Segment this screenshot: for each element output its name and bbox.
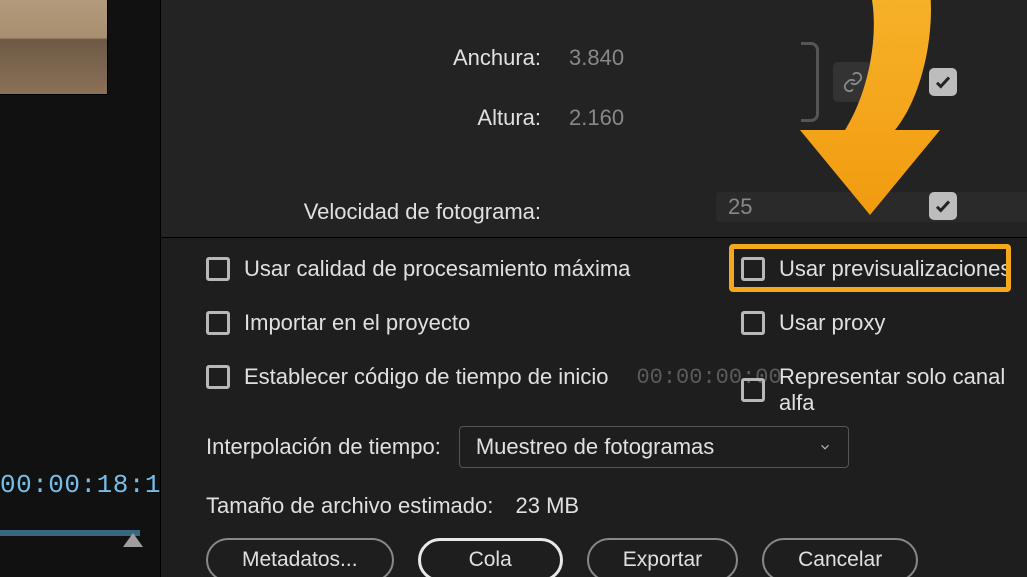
dimension-bracket bbox=[801, 42, 819, 122]
width-label: Anchura: bbox=[161, 45, 541, 71]
playhead-icon[interactable] bbox=[123, 533, 143, 547]
filesize-value: 23 MB bbox=[500, 493, 580, 518]
export-button-label: Exportar bbox=[623, 548, 702, 572]
framerate-enable-checkbox[interactable] bbox=[929, 192, 957, 220]
import-project-label: Importar en el proyecto bbox=[244, 310, 470, 336]
cancel-button[interactable]: Cancelar bbox=[762, 538, 918, 577]
check-icon bbox=[934, 197, 952, 215]
width-value[interactable]: 3.840 bbox=[541, 45, 631, 71]
interpolation-dropdown[interactable]: Muestreo de fotogramas bbox=[459, 426, 849, 468]
framerate-value: 25 bbox=[728, 194, 752, 220]
video-settings-panel: Anchura: 3.840 Altura: 2.160 Velocidad d… bbox=[160, 0, 1027, 238]
metadata-button-label: Metadatos... bbox=[242, 548, 358, 572]
timecode-display: 00:00:18:11 bbox=[0, 470, 150, 500]
check-icon bbox=[934, 73, 952, 91]
interpolation-label: Interpolación de tiempo: bbox=[206, 434, 441, 460]
height-label: Altura: bbox=[161, 105, 541, 131]
export-options-panel: Usar calidad de procesamiento máxima Imp… bbox=[160, 238, 1027, 577]
queue-button-label: Cola bbox=[469, 548, 512, 572]
queue-button[interactable]: Cola bbox=[418, 538, 563, 577]
timeline-bar[interactable] bbox=[0, 530, 140, 536]
max-quality-label: Usar calidad de procesamiento máxima bbox=[244, 256, 630, 282]
alpha-only-label: Representar solo canal alfa bbox=[779, 364, 1027, 416]
video-thumbnail bbox=[0, 0, 108, 95]
chevron-down-icon bbox=[818, 440, 832, 454]
export-button[interactable]: Exportar bbox=[587, 538, 738, 577]
filesize-label: Tamaño de archivo estimado: bbox=[206, 493, 493, 518]
use-proxy-checkbox[interactable] bbox=[741, 311, 765, 335]
max-quality-checkbox[interactable] bbox=[206, 257, 230, 281]
use-previews-checkbox[interactable] bbox=[741, 257, 765, 281]
metadata-button[interactable]: Metadatos... bbox=[206, 538, 394, 577]
set-timecode-checkbox[interactable] bbox=[206, 365, 230, 389]
cancel-button-label: Cancelar bbox=[798, 548, 882, 572]
interpolation-value: Muestreo de fotogramas bbox=[476, 434, 714, 460]
alpha-only-checkbox[interactable] bbox=[741, 378, 765, 402]
use-proxy-label: Usar proxy bbox=[779, 310, 885, 336]
height-value[interactable]: 2.160 bbox=[541, 105, 631, 131]
dimension-enable-checkbox[interactable] bbox=[929, 68, 957, 96]
framerate-dropdown[interactable]: 25 bbox=[716, 192, 1027, 222]
set-timecode-label: Establecer código de tiempo de inicio bbox=[244, 364, 608, 390]
import-project-checkbox[interactable] bbox=[206, 311, 230, 335]
link-dimensions-button[interactable] bbox=[833, 62, 873, 102]
use-previews-label: Usar previsualizaciones bbox=[779, 256, 1011, 282]
link-icon bbox=[842, 71, 864, 93]
framerate-label: Velocidad de fotograma: bbox=[161, 199, 541, 225]
